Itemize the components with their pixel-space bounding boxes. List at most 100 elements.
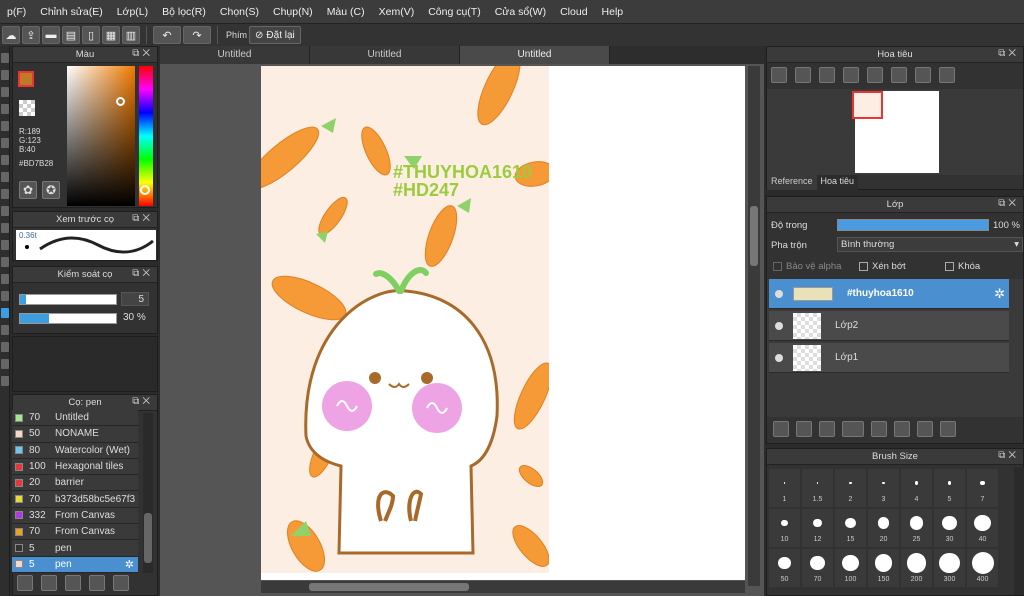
- brush-list-item[interactable]: 332 From Canvas: [12, 507, 138, 525]
- add-brush-icon[interactable]: [17, 575, 33, 591]
- main-color-swatch[interactable]: [18, 71, 34, 87]
- fit-icon[interactable]: [819, 67, 835, 83]
- folder-brush-icon[interactable]: [113, 575, 129, 591]
- menu-view[interactable]: Xem(V): [372, 6, 422, 18]
- zoom-tool-icon[interactable]: [1, 206, 9, 216]
- tab-reference[interactable]: Reference: [767, 175, 817, 190]
- tab-untitled-2[interactable]: Untitled: [310, 46, 460, 64]
- eye-icon[interactable]: [775, 353, 783, 362]
- vertical-scrollbar[interactable]: [748, 66, 760, 586]
- brush-list-item[interactable]: 80 Watercolor (Wet): [12, 442, 138, 459]
- lasso-tool-icon[interactable]: [1, 138, 9, 148]
- new-layer-icon[interactable]: [773, 421, 789, 437]
- grid-icon[interactable]: ▦: [102, 26, 120, 44]
- menu-brush-icon[interactable]: [89, 575, 105, 591]
- horizontal-scrollbar[interactable]: [261, 581, 745, 593]
- blur-tool-icon[interactable]: [1, 291, 9, 301]
- brush-size-cell[interactable]: 200: [901, 549, 932, 587]
- add-layer-menu-icon[interactable]: [842, 421, 864, 437]
- brush-size-cell[interactable]: 12: [802, 509, 833, 547]
- extra-tool-icon[interactable]: [1, 376, 9, 386]
- brush-size-scrollbar[interactable]: [1014, 467, 1024, 595]
- delete-layer-icon[interactable]: [940, 421, 956, 437]
- rotate-left-icon[interactable]: [867, 67, 883, 83]
- brush-size-cell[interactable]: 30: [934, 509, 965, 547]
- gear-icon[interactable]: ✲: [994, 286, 1005, 302]
- wand-tool-icon[interactable]: [1, 155, 9, 165]
- blend-mode-select[interactable]: Bình thường ▾: [837, 237, 1023, 252]
- layer-opacity-slider[interactable]: [837, 219, 989, 231]
- brush-size-cell[interactable]: 400: [967, 549, 998, 587]
- menu-filter[interactable]: Bộ lọc(R): [155, 6, 213, 18]
- brush-list-item[interactable]: 50 NONAME: [12, 426, 138, 443]
- brush-size-cell[interactable]: 50: [769, 549, 800, 587]
- pen-tool-icon[interactable]: [1, 53, 9, 63]
- brush-size-cell[interactable]: 15: [835, 509, 866, 547]
- brush-size-cell[interactable]: 1.5: [802, 469, 833, 507]
- panel-close-icon[interactable]: ⧉✕: [132, 268, 153, 279]
- brush-list-item[interactable]: 100 Hexagonal tiles: [12, 458, 138, 476]
- picker-icon[interactable]: ✪: [42, 181, 60, 199]
- navigator-viewport-box[interactable]: [852, 91, 883, 119]
- gradient-tool-icon[interactable]: [1, 274, 9, 284]
- tab-untitled-3[interactable]: Untitled: [460, 46, 610, 64]
- zoom-in-alt-icon[interactable]: [795, 67, 811, 83]
- horizontal-scroll-thumb[interactable]: [309, 583, 469, 591]
- panel-close-icon[interactable]: ⧉✕: [132, 48, 153, 59]
- eyedropper-tool-icon[interactable]: [1, 223, 9, 233]
- protect-alpha-checkbox[interactable]: Bảo vệ alpha: [773, 261, 841, 272]
- size-value-box[interactable]: 5: [121, 292, 149, 306]
- smudge-tool-icon[interactable]: [1, 325, 9, 335]
- share-icon[interactable]: ⇪: [22, 26, 40, 44]
- dot-tool-icon[interactable]: [1, 342, 9, 352]
- new-brush-icon[interactable]: [41, 575, 57, 591]
- brush-list-item[interactable]: 5 pen ✲: [12, 556, 138, 573]
- copy-brush-icon[interactable]: [65, 575, 81, 591]
- brush-size-cell[interactable]: 7: [967, 469, 998, 507]
- eraser-tool-icon[interactable]: [1, 70, 9, 80]
- brush-list-item[interactable]: 70 b373d58bc5e67f3: [12, 491, 138, 508]
- hand-tool-icon[interactable]: [1, 189, 9, 199]
- panel-close-icon[interactable]: ⧉✕: [132, 213, 153, 224]
- brush-size-cell[interactable]: 150: [868, 549, 899, 587]
- menu-help[interactable]: Help: [595, 6, 631, 18]
- opacity-slider[interactable]: [19, 313, 117, 324]
- cloud-icon[interactable]: ☁: [2, 26, 20, 44]
- hue-slider[interactable]: [139, 66, 153, 206]
- palette-icon[interactable]: ✿: [19, 181, 37, 199]
- zoom-in-icon[interactable]: [771, 67, 787, 83]
- new-halftone-layer-icon[interactable]: [796, 421, 812, 437]
- chat-icon[interactable]: ▬: [42, 26, 60, 44]
- move-tool-icon[interactable]: [1, 87, 9, 97]
- layer-row[interactable]: Lớp1: [769, 343, 1009, 373]
- undo-button[interactable]: ↶: [153, 26, 181, 44]
- tab-navigator[interactable]: Hoa tiêu: [816, 175, 859, 190]
- layer-row[interactable]: #thuyhoa1610 ✲: [769, 279, 1009, 309]
- layout-icon[interactable]: ▥: [122, 26, 140, 44]
- fill-tool-icon[interactable]: [1, 104, 9, 114]
- saturation-value-square[interactable]: [67, 66, 135, 206]
- brush-size-cell[interactable]: 2: [835, 469, 866, 507]
- menu-file[interactable]: p(F): [0, 6, 33, 18]
- brush-size-cell[interactable]: 4: [901, 469, 932, 507]
- document-canvas[interactable]: #THUYHOA1610 #HD247: [261, 66, 745, 580]
- brush-size-cell[interactable]: 10: [769, 509, 800, 547]
- menu-color[interactable]: Màu (C): [320, 6, 372, 18]
- panel-close-icon[interactable]: ⧉✕: [998, 450, 1019, 461]
- gear-icon[interactable]: ✲: [125, 558, 134, 571]
- menu-capture[interactable]: Chụp(N): [266, 6, 320, 18]
- brush-size-cell[interactable]: 20: [868, 509, 899, 547]
- brush-size-cell[interactable]: 3: [868, 469, 899, 507]
- eye-icon[interactable]: [775, 321, 783, 330]
- menu-edit[interactable]: Chỉnh sửa(E): [33, 6, 109, 18]
- menu-window[interactable]: Cửa sổ(W): [488, 6, 553, 18]
- brush-list-item[interactable]: 70 From Canvas: [12, 524, 138, 541]
- color-swatch-icon[interactable]: [1, 359, 9, 369]
- vertical-scroll-thumb[interactable]: [750, 206, 758, 266]
- navigator-thumbnail[interactable]: [852, 91, 939, 173]
- text-tool-icon[interactable]: [1, 172, 9, 182]
- lock-checkbox[interactable]: Khóa: [945, 261, 980, 272]
- panel-close-icon[interactable]: ⧉✕: [998, 48, 1019, 59]
- color-picker-cursor[interactable]: [116, 97, 125, 106]
- brush-size-cell[interactable]: 25: [901, 509, 932, 547]
